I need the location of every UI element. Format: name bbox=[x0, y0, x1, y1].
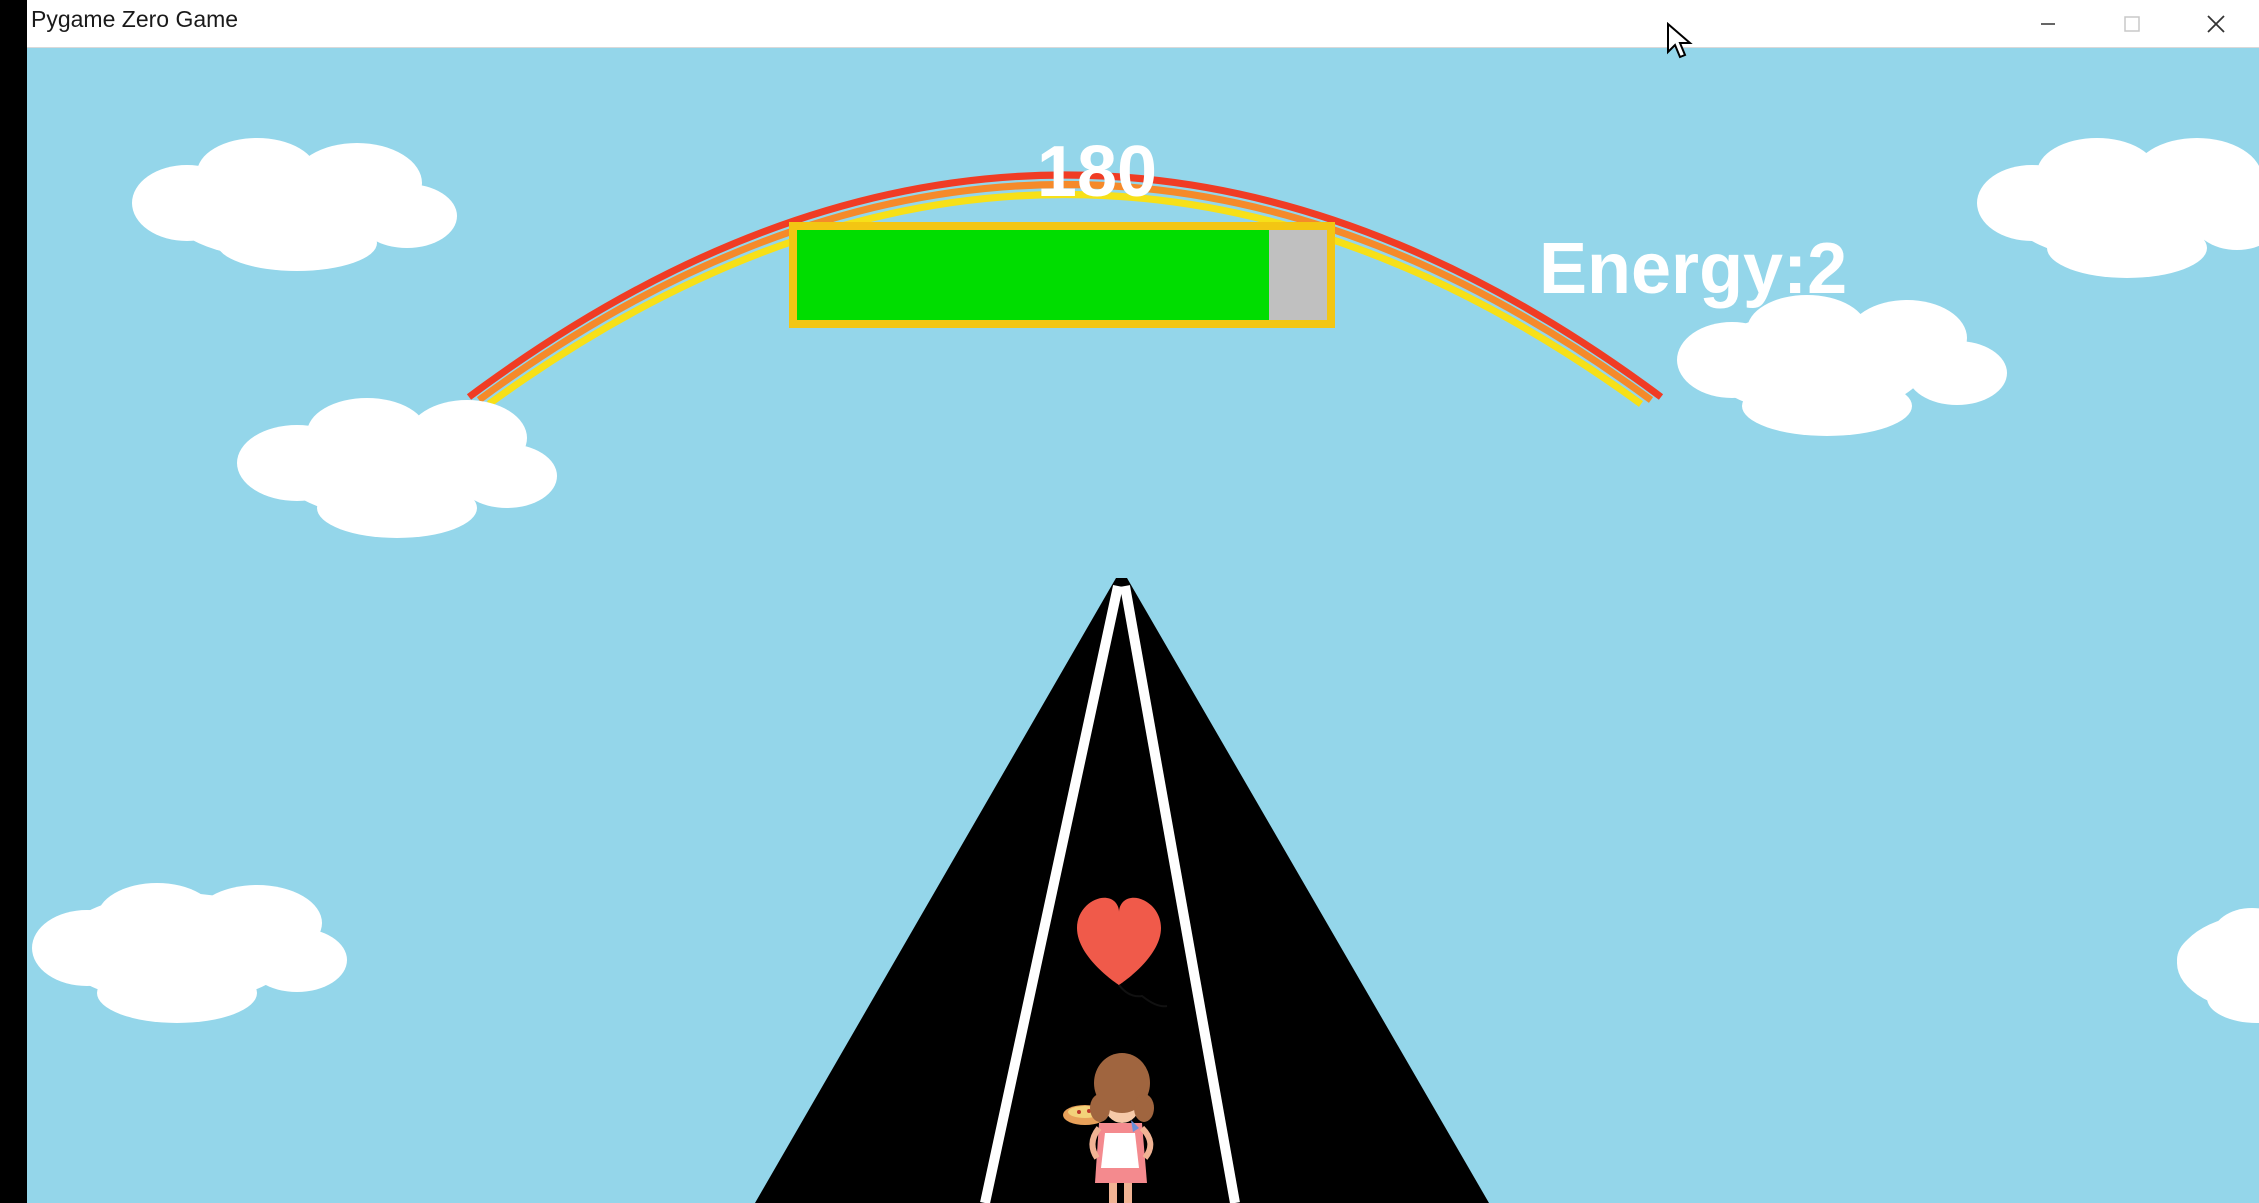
cloud-top-right bbox=[1977, 138, 2259, 278]
game-window: Pygame Zero Game 180 Energy:2 bbox=[0, 0, 2259, 1203]
energy-label: Energy:2 bbox=[1539, 229, 1848, 309]
maximize-button[interactable] bbox=[2090, 0, 2174, 47]
window-title: Pygame Zero Game bbox=[31, 6, 239, 32]
cloud-bottom-left bbox=[32, 883, 347, 1023]
minimize-button[interactable] bbox=[2006, 0, 2090, 47]
desktop-edge bbox=[0, 0, 27, 1203]
close-button[interactable] bbox=[2174, 0, 2258, 47]
cloud-top-left bbox=[132, 138, 457, 271]
cloud-mid-right bbox=[1677, 295, 2007, 436]
title-bar[interactable]: Pygame Zero Game bbox=[27, 0, 2259, 48]
energy-bar-fill bbox=[797, 230, 1269, 320]
mouse-cursor-icon bbox=[1667, 22, 1693, 59]
cloud-mid-left bbox=[237, 398, 557, 538]
maximize-icon bbox=[2124, 15, 2140, 32]
energy-bar bbox=[789, 222, 1335, 328]
close-icon bbox=[2207, 14, 2225, 33]
game-canvas[interactable]: 180 Energy:2 bbox=[27, 48, 2259, 1203]
cloud-bottom-right bbox=[2177, 908, 2259, 1023]
score-display: 180 bbox=[1036, 132, 1158, 212]
minimize-icon bbox=[2041, 22, 2055, 25]
